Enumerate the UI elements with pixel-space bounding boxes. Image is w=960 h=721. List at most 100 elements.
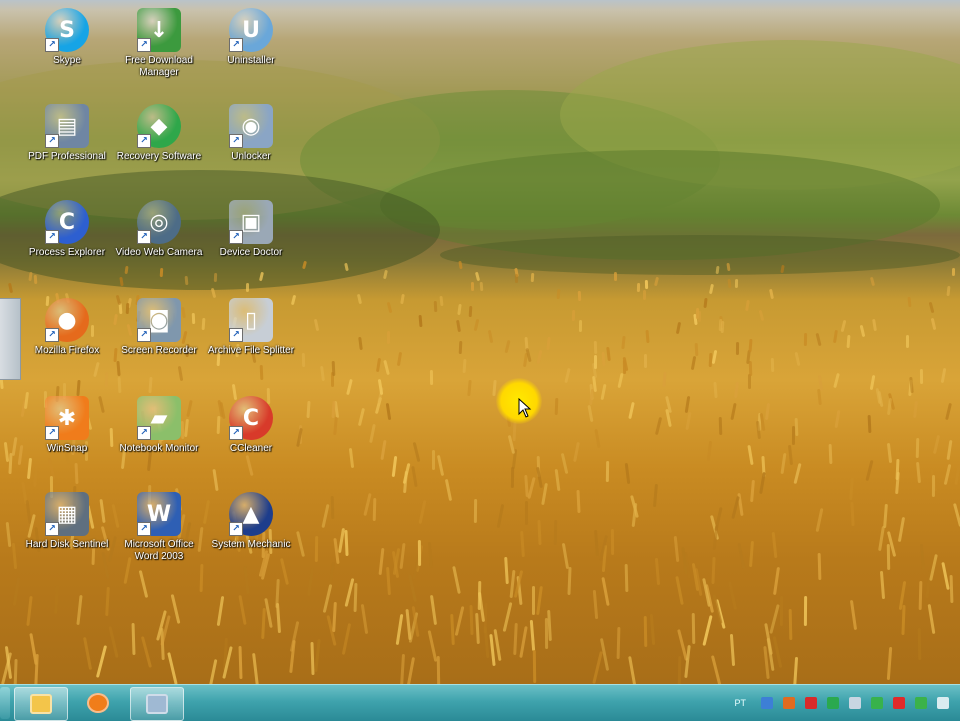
wheat-stalk bbox=[474, 613, 480, 645]
wheat-stalk bbox=[915, 437, 919, 458]
wheat-stalk bbox=[606, 346, 611, 361]
shortcut-arrow-icon: ↗ bbox=[229, 328, 243, 342]
wheat-stalk bbox=[749, 540, 755, 567]
wheat-stalk bbox=[654, 417, 663, 436]
wheat-stalk bbox=[53, 584, 59, 614]
wheat-stalk bbox=[429, 370, 433, 386]
wheat-stalk bbox=[759, 471, 766, 494]
winsnap-icon: ✱ ↗ bbox=[45, 396, 89, 440]
desktop-shortcut[interactable]: ▰ ↗ Notebook Monitor bbox=[114, 396, 204, 480]
desktop-shortcut[interactable]: ● ↗ Mozilla Firefox bbox=[22, 298, 112, 382]
wheat-stalk bbox=[510, 467, 514, 489]
wheat-stalk bbox=[6, 521, 12, 547]
desktop-shortcut[interactable]: ✱ ↗ WinSnap bbox=[22, 396, 112, 480]
wheat-stalk bbox=[594, 529, 600, 556]
start-button[interactable] bbox=[0, 687, 10, 719]
wheat-stalk bbox=[817, 388, 823, 406]
desktop-shortcut[interactable]: ◉ ↗ Unlocker bbox=[206, 104, 296, 188]
wheat-stalk bbox=[883, 504, 889, 529]
desktop-shortcut[interactable]: C ↗ CCleaner bbox=[206, 396, 296, 480]
desktop-shortcut[interactable]: ▣ ↗ Device Doctor bbox=[206, 200, 296, 284]
wheat-stalk bbox=[96, 645, 108, 678]
desktop-shortcut[interactable]: ◎ ↗ Video Web Camera bbox=[114, 200, 204, 284]
wheat-stalk bbox=[493, 628, 502, 661]
skype-icon: S ↗ bbox=[45, 8, 89, 52]
download-manager-icon: ↓ ↗ bbox=[137, 8, 181, 52]
desktop-shortcut[interactable]: S ↗ Skype bbox=[22, 8, 112, 92]
wheat-stalk bbox=[555, 397, 559, 415]
wheat-stalk bbox=[251, 653, 259, 684]
desktop-shortcut[interactable]: ↓ ↗ Free Download Manager bbox=[114, 8, 204, 92]
wheat-stalk bbox=[642, 290, 646, 301]
icon-glyph: ● bbox=[57, 307, 77, 333]
icon-glyph: S bbox=[59, 17, 75, 43]
shortcut-arrow-icon: ↗ bbox=[137, 328, 151, 342]
desktop-shortcut[interactable]: W ↗ Microsoft Office Word 2003 bbox=[114, 492, 204, 576]
wheat-stalk bbox=[788, 444, 794, 465]
icon-glyph: ▣ bbox=[240, 209, 262, 235]
wheat-stalk bbox=[33, 653, 39, 684]
desktop-shortcut[interactable]: ▤ ↗ PDF Professional bbox=[22, 104, 112, 188]
wheat-stalk bbox=[450, 613, 455, 645]
wheat-stalk bbox=[933, 434, 941, 455]
shortcut-arrow-icon: ↗ bbox=[229, 134, 243, 148]
desktop-shortcut[interactable]: U ↗ Uninstaller bbox=[206, 8, 296, 92]
wheat-stalk bbox=[26, 595, 33, 626]
desktop-shortcut[interactable]: C ↗ Process Explorer bbox=[22, 200, 112, 284]
wheat-stalk bbox=[817, 552, 822, 581]
icon-glyph: ✱ bbox=[57, 405, 77, 431]
partial-window-edge[interactable] bbox=[0, 298, 21, 380]
wheat-stalk bbox=[793, 656, 799, 684]
volume-icon[interactable] bbox=[937, 697, 949, 709]
language-indicator[interactable]: PT bbox=[734, 698, 746, 708]
alert-icon[interactable] bbox=[805, 697, 817, 709]
desktop-shortcut-label: Video Web Camera bbox=[115, 247, 203, 258]
wheat-stalk bbox=[685, 411, 693, 430]
taskbar-button-media-player[interactable] bbox=[72, 687, 124, 719]
desktop-shortcut[interactable]: ▯ ↗ Archive File Splitter bbox=[206, 298, 296, 382]
wheat-stalk bbox=[395, 614, 404, 646]
wheat-stalk bbox=[385, 566, 391, 595]
chat-icon[interactable] bbox=[849, 697, 861, 709]
icon-glyph: ▯ bbox=[244, 307, 258, 333]
desktop-shortcut[interactable]: ▲ ↗ System Mechanic bbox=[206, 492, 296, 576]
monitor-icon[interactable] bbox=[915, 697, 927, 709]
phone-icon[interactable] bbox=[871, 697, 883, 709]
wheat-stalk bbox=[637, 282, 641, 293]
wheat-stalk bbox=[368, 423, 376, 443]
desktop-shortcut-label: Device Doctor bbox=[219, 247, 283, 258]
desktop-shortcut[interactable]: ◙ ↗ Screen Recorder bbox=[114, 298, 204, 382]
shortcut-arrow-icon: ↗ bbox=[229, 426, 243, 440]
wheat-stalk bbox=[600, 383, 607, 400]
wheat-stalk bbox=[695, 308, 700, 320]
wheat-stalk bbox=[504, 339, 511, 354]
wheat-stalk bbox=[605, 460, 610, 482]
desktop-shortcut[interactable]: ▦ ↗ Hard Disk Sentinel bbox=[22, 492, 112, 576]
wheat-stalk bbox=[8, 452, 13, 474]
wheat-stalk bbox=[764, 402, 770, 421]
icon-glyph: ◙ bbox=[148, 307, 170, 333]
taskbar-button-file-explorer[interactable] bbox=[14, 687, 68, 721]
wheat-stalk bbox=[897, 517, 905, 543]
desktop-shortcut[interactable]: ◆ ↗ Recovery Software bbox=[114, 104, 204, 188]
wheat-stalk bbox=[410, 465, 418, 488]
wheat-stalk bbox=[487, 329, 493, 343]
shield-icon[interactable] bbox=[783, 697, 795, 709]
wheat-stalk bbox=[391, 455, 398, 477]
wheat-stalk bbox=[849, 478, 855, 501]
wheat-stalk bbox=[323, 583, 333, 613]
shortcut-arrow-icon: ↗ bbox=[45, 230, 59, 244]
wheat-stalk bbox=[571, 309, 576, 322]
antivirus-icon[interactable] bbox=[893, 697, 905, 709]
file-icon: ▯ ↗ bbox=[229, 298, 273, 342]
desktop-shortcut-label: Process Explorer bbox=[28, 247, 106, 258]
wheat-stalk bbox=[275, 578, 280, 608]
wheat-stalk bbox=[301, 260, 307, 270]
folder-icon bbox=[30, 694, 52, 714]
wheat-stalk bbox=[572, 442, 580, 463]
network-icon[interactable] bbox=[761, 697, 773, 709]
wheat-stalk bbox=[238, 595, 247, 626]
disc-tool-icon: ◉ ↗ bbox=[229, 104, 273, 148]
sync-icon[interactable] bbox=[827, 697, 839, 709]
taskbar-button-window[interactable] bbox=[130, 687, 184, 721]
